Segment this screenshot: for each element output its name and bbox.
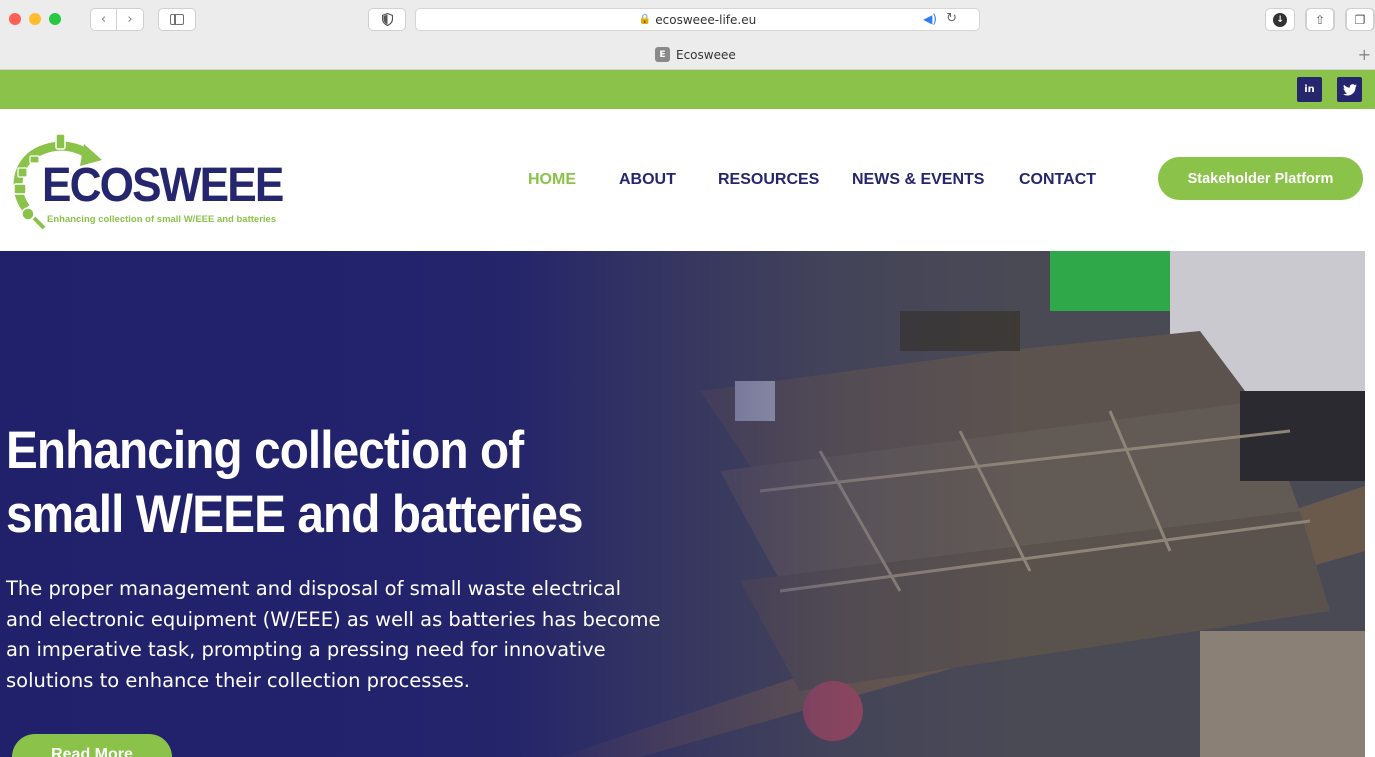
sidebar-icon (170, 14, 184, 25)
hero-section: Enhancing collection of small W/EEE and … (0, 251, 1365, 757)
minimize-window-button[interactable] (29, 13, 41, 25)
nav-resources[interactable]: RESOURCES (718, 171, 819, 189)
browser-chrome: ‹ › 🔒 ecosweee-life.eu ◀) ↻ ↓ ⇧ ❐ E Ecos… (0, 0, 1375, 70)
tabs-icon: ❐ (1346, 8, 1374, 31)
history-nav: ‹ › (90, 8, 144, 31)
nav-about[interactable]: ABOUT (619, 171, 676, 189)
back-button[interactable]: ‹ (90, 8, 117, 31)
tabs-overview-button[interactable]: ❐ (1345, 8, 1375, 31)
download-icon: ↓ (1273, 12, 1287, 27)
linkedin-icon[interactable]: in (1297, 77, 1322, 102)
hero-description: The proper management and disposal of sm… (6, 574, 696, 696)
hero-text-line: solutions to enhance their collection pr… (6, 668, 470, 692)
hero-text-line: and electronic equipment (W/EEE) as well… (6, 607, 661, 631)
share-button[interactable]: ⇧ (1305, 8, 1335, 31)
shield-icon (381, 13, 393, 26)
new-tab-button[interactable]: + (1358, 45, 1371, 64)
toolbar-right: ↓ ⇧ ❐ (1265, 8, 1375, 31)
tab-ecosweee[interactable]: E Ecosweee (655, 47, 736, 62)
speaker-icon[interactable]: ◀) (923, 12, 937, 26)
nav-news-events[interactable]: NEWS & EVENTS (852, 171, 984, 189)
tab-title: Ecosweee (676, 47, 736, 62)
close-window-button[interactable] (9, 13, 21, 25)
hero-title-line-1: Enhancing collection of (6, 421, 524, 480)
logo-wordmark: ECOSWEEE (42, 159, 284, 212)
logo-tagline: Enhancing collection of small W/EEE and … (47, 214, 277, 225)
chevron-left-icon: ‹ (100, 12, 107, 27)
hero-text-line: an imperative task, prompting a pressing… (6, 638, 606, 661)
chevron-right-icon: › (127, 12, 133, 27)
site-logo[interactable]: ECOSWEEE Enhancing collection of small W… (6, 130, 284, 230)
zoom-window-button[interactable] (49, 13, 61, 25)
downloads-button[interactable]: ↓ (1265, 8, 1295, 31)
lock-icon: 🔒 (638, 14, 652, 25)
hero-title: Enhancing collection of small W/EEE and … (6, 419, 636, 547)
read-more-button[interactable]: Read More (12, 734, 172, 757)
forward-button[interactable]: › (117, 8, 144, 31)
hero-text-line: The proper management and disposal of sm… (6, 577, 621, 600)
stakeholder-platform-button[interactable]: Stakeholder Platform (1158, 157, 1363, 200)
url-text: ecosweee-life.eu (655, 12, 757, 27)
nav-home[interactable]: HOME (528, 171, 576, 189)
twitter-icon[interactable] (1337, 77, 1362, 102)
address-bar[interactable]: 🔒 ecosweee-life.eu ◀) ↻ (415, 8, 980, 31)
reload-icon[interactable]: ↻ (946, 11, 957, 26)
page-scrollbar-track[interactable] (1365, 109, 1375, 757)
sidebar-toggle-button[interactable] (158, 8, 196, 31)
share-icon: ⇧ (1306, 8, 1334, 31)
social-topbar: in (0, 70, 1375, 109)
nav-contact[interactable]: CONTACT (1019, 171, 1096, 189)
hero-title-line-2: small W/EEE and batteries (6, 485, 584, 544)
privacy-report-button[interactable] (368, 8, 406, 31)
favicon: E (655, 47, 670, 62)
window-controls (9, 13, 61, 25)
site-header: ECOSWEEE Enhancing collection of small W… (0, 109, 1365, 251)
